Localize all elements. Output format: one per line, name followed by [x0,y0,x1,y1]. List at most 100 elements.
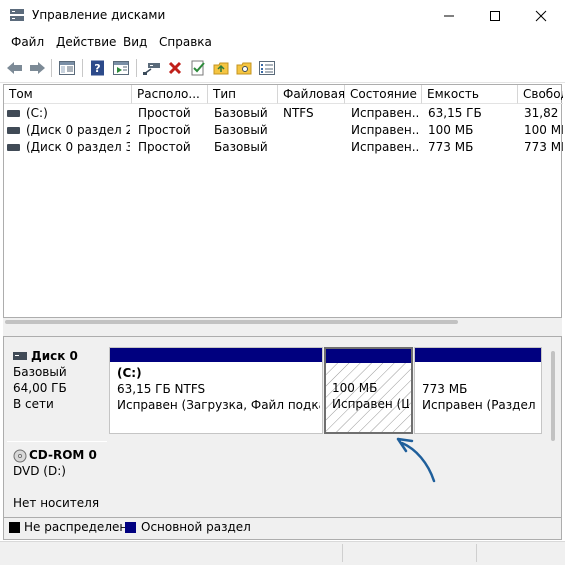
menu-action[interactable]: Действие [56,35,116,49]
volume-name: (Диск 0 раздел 2) [26,123,130,137]
minimize-icon [444,15,454,16]
forward-arrow-icon [30,62,45,74]
volume-layout: Простой [138,123,191,137]
explore-button[interactable] [233,57,255,79]
cdrom-0-label[interactable]: CD-ROM 0 DVD (D:) Нет носителя [7,441,107,513]
volume-row[interactable]: (Диск 0 раздел 2) Простой Базовый Исправ… [4,122,563,139]
disk-management-app-icon [10,9,24,21]
primary-partition-bar [415,348,541,362]
delete-button[interactable] [164,57,186,79]
back-arrow-icon [7,62,22,74]
cdrom-name: CD-ROM 0 [29,448,97,462]
volume-capacity: 773 МБ [428,140,474,154]
volume-free-space: 773 МБ [524,140,563,154]
close-button[interactable] [518,0,564,31]
list-view-icon [259,61,275,75]
toolbar-separator [82,59,83,77]
toolbar-separator [136,59,137,77]
properties-button[interactable] [187,57,209,79]
forward-button[interactable] [26,57,48,79]
cdrom-icon [13,449,27,463]
title-bar: Управление дисками [0,0,565,31]
partition-3[interactable]: 773 МБ Исправен (Раздел во [414,347,542,434]
column-header-free-space[interactable]: Свобод [518,85,563,104]
status-bar [0,541,565,565]
menu-file[interactable]: Файл [11,35,44,49]
back-button[interactable] [4,57,26,79]
disk-name: Диск 0 [31,349,78,363]
column-header-capacity[interactable]: Емкость [422,85,518,104]
legend-unallocated-label: Не распределена [24,520,135,534]
volume-name: (Диск 0 раздел 3) [26,140,130,154]
folder-search-icon [236,62,252,75]
list-view-button[interactable] [256,57,278,79]
column-header-type[interactable]: Тип [208,85,278,104]
disk-type: Базовый [13,365,67,379]
partition-size: 100 МБ [332,381,378,395]
open-folder-button[interactable] [210,57,232,79]
partition-c[interactable]: (C:) 63,15 ГБ NTFS Исправен (Загрузка, Ф… [109,347,323,434]
disk-size: 64,00 ГБ [13,381,67,395]
partition-size: 63,15 ГБ NTFS [117,382,206,396]
status-divider [476,544,477,562]
volume-layout: Простой [138,140,191,154]
column-header-layout[interactable]: Располо... [132,85,208,104]
volume-icon [7,110,20,117]
volume-status: Исправен... [351,106,420,120]
vertical-scrollbar-thumb[interactable] [551,351,555,441]
help-button[interactable]: ? [87,57,109,79]
menu-help[interactable]: Справка [159,35,212,49]
volume-status: Исправен... [351,123,420,137]
help-book-icon: ? [91,60,104,76]
action-pane-icon [113,61,129,75]
partition-status: Исправен (Раздел во [422,398,539,412]
legend: Не распределена Основной раздел [3,518,562,540]
maximize-button[interactable] [472,0,518,31]
cdrom-status: Нет носителя [13,496,100,510]
volume-free-space: 100 МБ [524,123,563,137]
annotation-arrow-icon [396,437,436,483]
volume-type: Базовый [214,140,268,154]
column-header-volume[interactable]: Том [4,85,132,104]
partition-status: Исправен (Шифрованный [332,397,409,411]
volume-icon [7,144,20,151]
disk-0-label[interactable]: Диск 0 Базовый 64,00 ГБ В сети [7,345,107,435]
horizontal-scrollbar[interactable] [3,318,562,336]
legend-unallocated-swatch [9,522,20,533]
volume-type: Базовый [214,123,268,137]
disk-connect-icon [143,63,160,75]
column-header-filesystem[interactable]: Файловая... [278,85,345,104]
window-title: Управление дисками [32,8,166,22]
column-header-status[interactable]: Состояние [345,85,422,104]
folder-up-icon [213,62,229,75]
legend-primary-label: Основной раздел [141,520,251,534]
close-icon [535,10,547,21]
maximize-icon [490,10,500,21]
volume-filesystem: NTFS [283,106,314,120]
connect-virtual-disk-button[interactable] [141,57,163,79]
svg-text:?: ? [94,62,100,75]
volume-type: Базовый [214,106,268,120]
volume-capacity: 100 МБ [428,123,474,137]
volume-name: (C:) [26,106,48,120]
minimize-button[interactable] [426,0,472,31]
volume-list: Том Располо... Тип Файловая... Состояние… [3,84,563,318]
toolbar-separator [51,59,52,77]
menu-view[interactable]: Вид [123,35,147,49]
disk-graphical-view: Диск 0 Базовый 64,00 ГБ В сети (C:) 63,1… [3,336,562,518]
delete-x-icon [168,61,182,75]
toolbar: ? [0,53,565,83]
volume-row[interactable]: (C:) Простой Базовый NTFS Исправен... 63… [4,105,563,122]
volume-icon [7,127,20,134]
scrollbar-thumb[interactable] [5,320,458,324]
volume-status: Исправен... [351,140,420,154]
primary-partition-bar [110,348,322,362]
console-tree-icon [59,61,75,75]
show-action-pane-button[interactable] [110,57,132,79]
legend-primary-swatch [125,522,136,533]
partition-2-selected[interactable]: 100 МБ Исправен (Шифрованный [324,347,413,434]
volume-capacity: 63,15 ГБ [428,106,482,120]
volume-row[interactable]: (Диск 0 раздел 3) Простой Базовый Исправ… [4,139,563,156]
show-hide-console-tree-button[interactable] [56,57,78,79]
disk-status: В сети [13,397,54,411]
